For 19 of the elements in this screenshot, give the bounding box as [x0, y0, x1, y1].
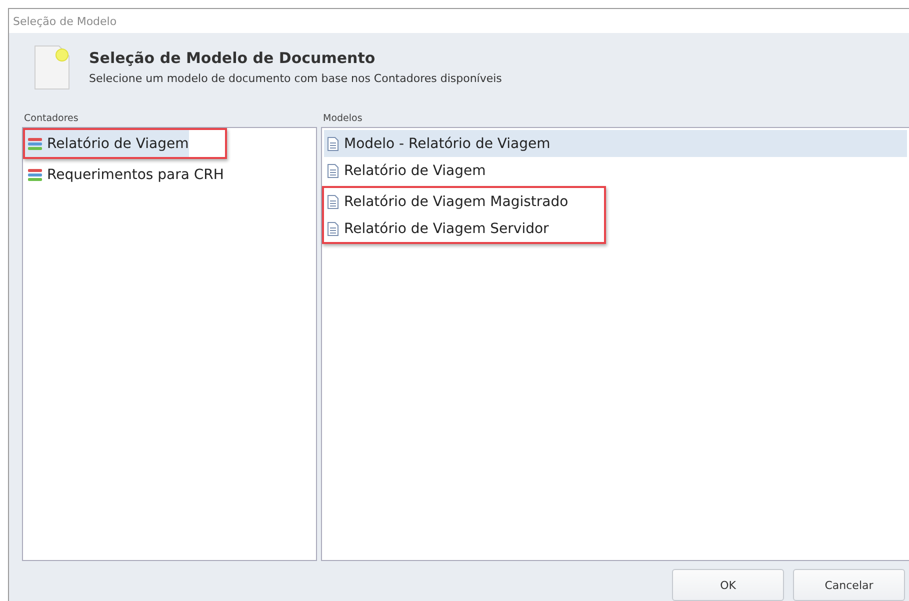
document-icon	[327, 222, 339, 236]
model-item[interactable]: Modelo - Relatório de Viagem	[324, 130, 907, 157]
model-item[interactable]: Relatório de Viagem Magistrado	[324, 188, 568, 215]
stack-icon	[28, 168, 42, 180]
pane-label: Modelos	[323, 113, 364, 124]
window-title: Seleção de Modelo	[13, 14, 117, 28]
pane-label: Contadores	[24, 113, 80, 124]
stack-icon	[28, 138, 42, 150]
document-icon	[327, 164, 339, 178]
counter-item[interactable]: Requerimentos para CRH	[25, 161, 314, 188]
dialog-heading: Seleção de Modelo de Documento	[89, 49, 376, 67]
document-icon	[327, 194, 339, 208]
dialog-button[interactable]: Cancelar	[793, 569, 905, 601]
model-item[interactable]: Relatório de Viagem Servidor	[324, 215, 568, 242]
document-icon	[327, 136, 339, 150]
model-item[interactable]: Relatório de Viagem	[324, 157, 907, 184]
dialog-description: Selecione um modelo de documento com base nos Contadores disponíveis	[89, 72, 502, 85]
dialog-button[interactable]: OK	[672, 569, 784, 601]
counter-item[interactable]: Relatório de Viagem	[25, 130, 189, 157]
